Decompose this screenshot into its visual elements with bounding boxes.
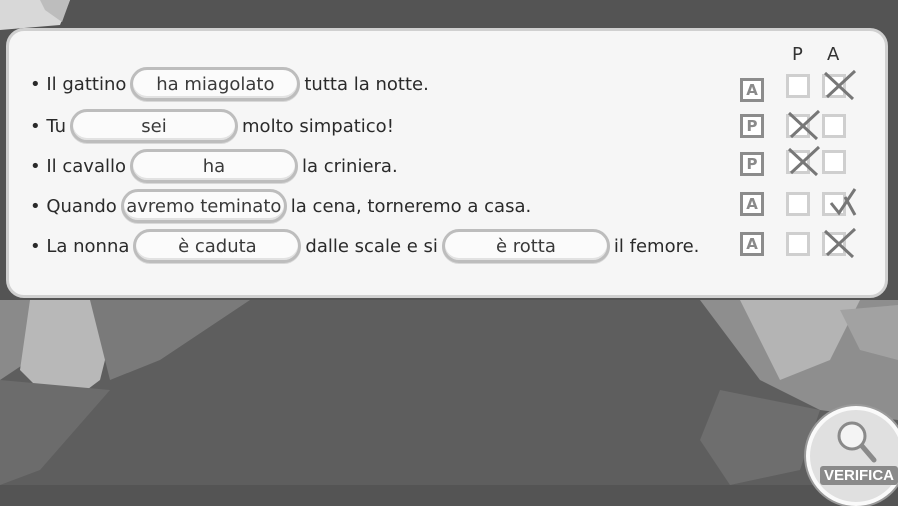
answer-field[interactable]: avremo teminato [120,189,287,223]
sentence-text: molto simpatico! [242,115,394,137]
answer-badge: P [740,152,764,176]
sentence-text: • Il cavallo [30,155,126,177]
sentence-text: • Quando [30,195,117,217]
answer-field[interactable]: ha miagolato [130,67,301,101]
sentence-row: • Il gattino ha miagolato tutta la notte… [30,67,429,101]
answer-badge: P [740,114,764,138]
sentence-row: • Quando avremo teminato la cena, torner… [30,189,532,223]
magnifier-icon [837,421,877,463]
check-mark-icon [823,227,857,259]
checkbox-p[interactable] [786,145,821,177]
answer-badge: A [740,192,764,216]
check-mark-icon [829,188,857,216]
check-mark-icon [787,145,821,177]
checkbox-p[interactable] [786,192,810,216]
checkbox-p[interactable] [786,74,810,98]
check-mark-icon [787,109,821,141]
sentence-text: dalle scale e si [305,235,438,257]
sentence-text: • Tu [30,115,67,137]
answer-badge: A [740,232,764,256]
checkbox-p[interactable] [786,109,821,141]
verify-label: VERIFICA [820,466,898,485]
sentence-text: • La nonna [30,235,130,257]
sentence-row: • La nonna è caduta dalle scale e si è r… [30,229,700,263]
checkbox-a[interactable] [822,188,857,216]
checkbox-a[interactable] [822,150,846,174]
check-mark-icon [823,69,857,101]
checkbox-p[interactable] [786,232,810,256]
sentence-text: la cena, torneremo a casa. [290,195,532,217]
answer-field[interactable]: è rotta [441,229,610,263]
sentence-text: la criniera. [302,155,398,177]
column-header-a: A [827,44,840,65]
sentence-text: tutta la notte. [304,73,429,95]
checkbox-a[interactable] [822,114,846,138]
answer-field[interactable]: ha [130,149,298,183]
column-header-p: P [792,44,803,65]
checkbox-a[interactable] [822,227,857,259]
sentence-row: • Il cavallo ha la criniera. [30,149,398,183]
sentence-text: il femore. [613,235,700,257]
sentence-row: • Tu sei molto simpatico! [30,109,394,143]
answer-field[interactable]: sei [70,109,239,143]
answer-badge: A [740,78,764,102]
checkbox-a[interactable] [822,69,857,101]
answer-field[interactable]: è caduta [133,229,302,263]
sentence-text: • Il gattino [30,73,127,95]
verify-button[interactable]: VERIFICA [806,406,898,506]
